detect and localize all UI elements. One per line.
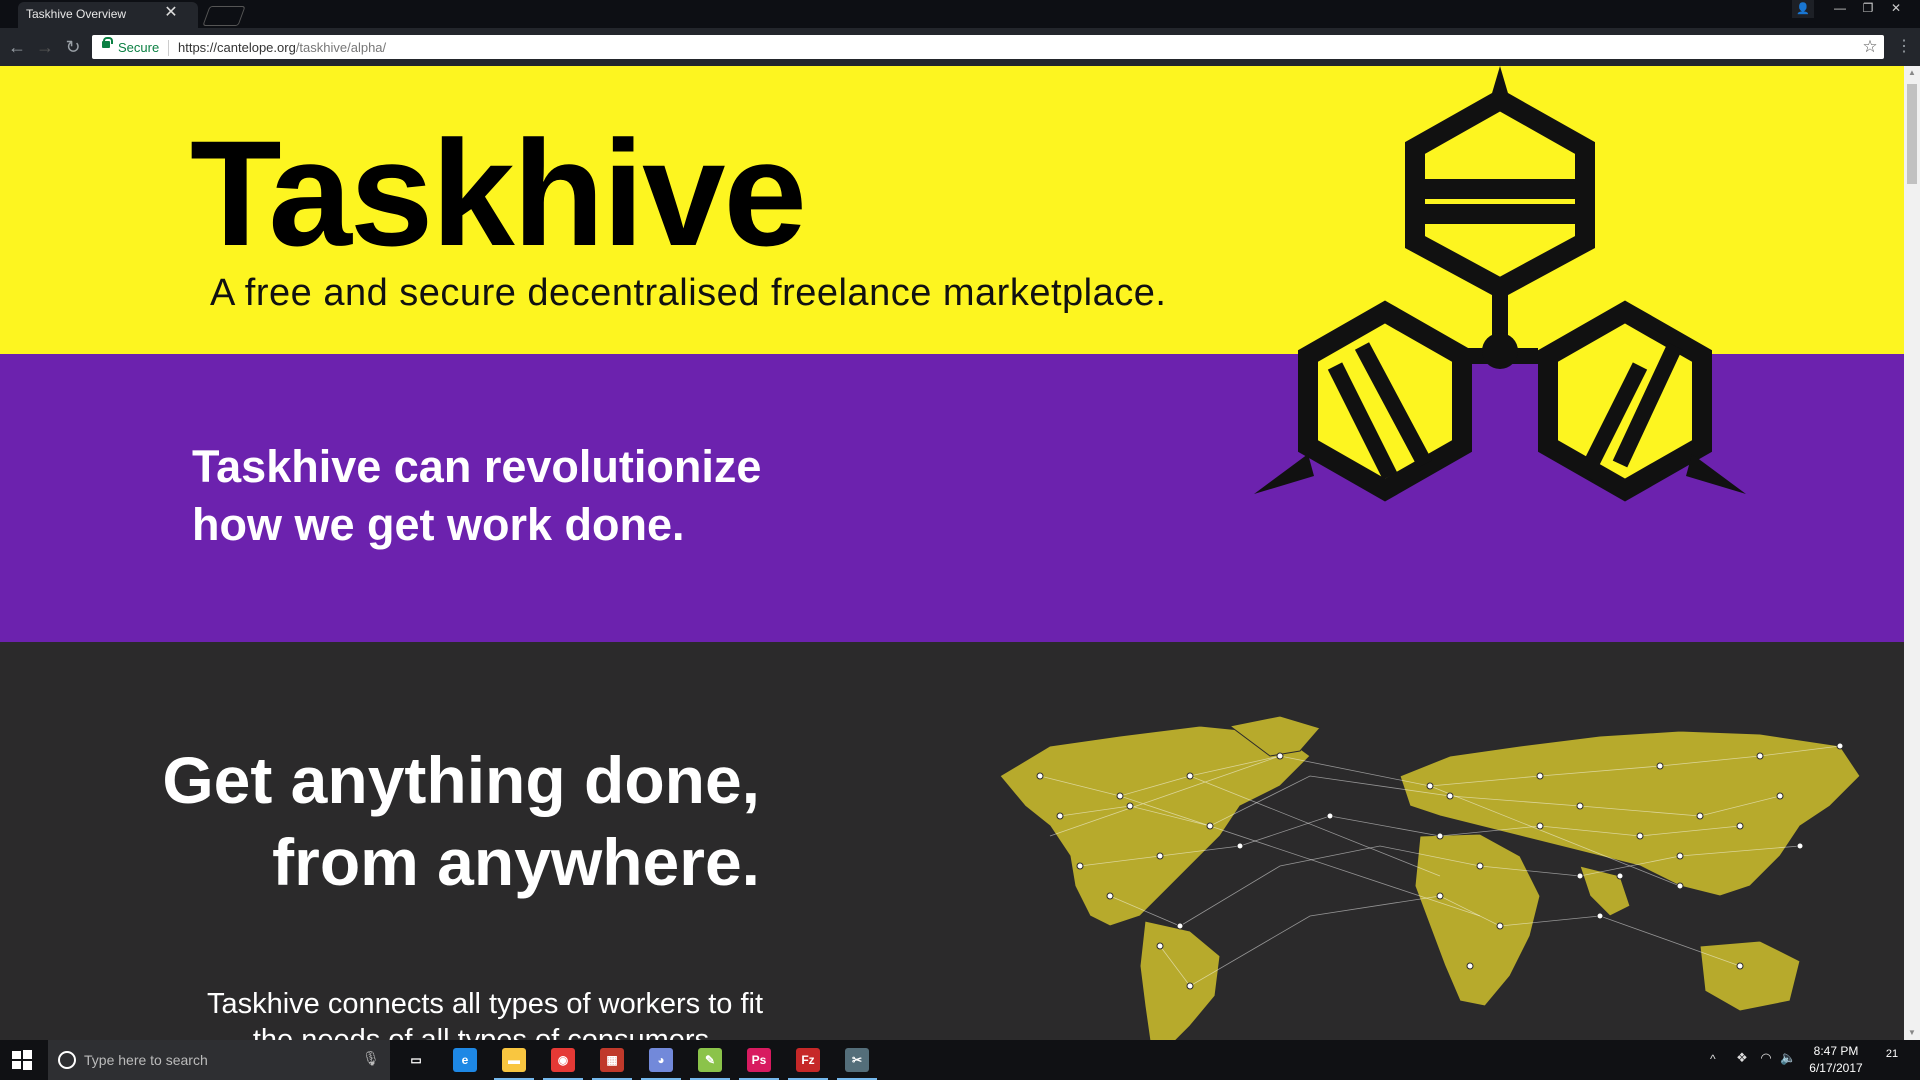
dark-body-text: Taskhive connects all types of workers t… <box>190 986 780 1040</box>
purple-heading: Taskhive can revolutionize how we get wo… <box>192 441 762 550</box>
tray-chevron-icon[interactable]: ^ <box>1710 1052 1716 1066</box>
tab-bar <box>0 0 1920 28</box>
app-icon: ▦ <box>600 1048 624 1072</box>
cortana-icon <box>58 1051 76 1069</box>
taskhive-logo-icon <box>1254 66 1746 502</box>
dark-heading-line1: Get anything done, <box>162 743 760 817</box>
dropbox-icon[interactable]: ❖ <box>1734 1050 1750 1068</box>
url-host: https://cantelope.org <box>178 40 296 55</box>
notepad-plus-icon: ✎ <box>698 1048 722 1072</box>
close-window-icon[interactable]: ✕ <box>1882 0 1910 18</box>
tab-title: Taskhive Overview <box>26 7 127 21</box>
taskbar-app-snipping-tool[interactable]: ✂ <box>833 1040 881 1080</box>
clock-date[interactable]: 6/17/2017 <box>1806 1061 1866 1075</box>
taskbar-app-photoshop[interactable]: Ps <box>735 1040 783 1080</box>
discord-icon: ◕ <box>649 1048 673 1072</box>
taskbar-app-filezilla[interactable]: Fz <box>784 1040 832 1080</box>
taskbar-app-notepad-plus[interactable]: ✎ <box>686 1040 734 1080</box>
minimize-icon[interactable]: — <box>1826 0 1854 18</box>
search-placeholder: Type here to search <box>84 1052 208 1068</box>
url-text[interactable]: https://cantelope.org/taskhive/alpha/ <box>178 40 386 55</box>
secure-label: Secure <box>118 40 160 55</box>
dark-body-line2: the needs of all types of consumers. <box>252 1024 718 1040</box>
url-path: /taskhive/alpha/ <box>295 40 387 55</box>
scroll-thumb[interactable] <box>1907 84 1917 184</box>
taskbar-app-task-view[interactable]: ▭ <box>392 1040 440 1080</box>
dark-heading-line2: from anywhere. <box>272 825 760 899</box>
filezilla-icon: Fz <box>796 1048 820 1072</box>
taskbar-app-file-explorer[interactable]: ▬ <box>490 1040 538 1080</box>
profile-icon[interactable]: 👤 <box>1792 0 1814 18</box>
taskbar-app-app[interactable]: ▦ <box>588 1040 636 1080</box>
reload-icon[interactable]: ↻ <box>62 36 84 58</box>
back-icon[interactable]: ← <box>6 36 28 58</box>
edge-icon: e <box>453 1048 477 1072</box>
photoshop-icon: Ps <box>747 1048 771 1072</box>
chrome-icon: ◉ <box>551 1048 575 1072</box>
lock-icon <box>102 41 110 48</box>
browser-menu-icon[interactable]: ⋮ <box>1896 36 1912 58</box>
tab-close-icon[interactable]: ✕ <box>162 4 180 22</box>
hero-tagline: A free and secure decentralised freelanc… <box>210 272 1167 314</box>
volume-icon[interactable]: 🔈 <box>1780 1050 1796 1068</box>
taskbar-app-discord[interactable]: ◕ <box>637 1040 685 1080</box>
taskbar-app-chrome[interactable]: ◉ <box>539 1040 587 1080</box>
microphone-icon[interactable]: 🎙 <box>362 1050 380 1068</box>
dark-body-line1: Taskhive connects all types of workers t… <box>206 988 764 1020</box>
new-tab-button[interactable] <box>202 6 246 26</box>
file-explorer-icon: ▬ <box>502 1048 526 1072</box>
scroll-down-icon[interactable]: ▼ <box>1904 1026 1920 1040</box>
forward-icon[interactable]: → <box>34 36 56 58</box>
taskbar-app-edge[interactable]: e <box>441 1040 489 1080</box>
address-separator <box>168 40 169 56</box>
snipping-tool-icon: ✂ <box>845 1048 869 1072</box>
clock-time[interactable]: 8:47 PM <box>1806 1044 1866 1058</box>
web-page: Taskhive A free and secure decentralised… <box>0 66 1904 1040</box>
restore-icon[interactable]: ❐ <box>1854 0 1882 18</box>
bookmark-star-icon[interactable]: ☆ <box>1860 37 1880 57</box>
world-map-icon <box>999 716 1861 1040</box>
windows-start-icon[interactable] <box>10 1048 34 1072</box>
scrollbar[interactable] <box>1904 66 1920 1040</box>
task-view-icon: ▭ <box>404 1048 428 1072</box>
hero-title: Taskhive <box>190 109 807 277</box>
dark-heading: Get anything done, from anywhere. <box>150 739 760 903</box>
scroll-up-icon[interactable]: ▲ <box>1904 66 1920 80</box>
wifi-icon[interactable]: ◠ <box>1758 1050 1774 1068</box>
action-center-icon[interactable]: 21 <box>1880 1048 1904 1070</box>
